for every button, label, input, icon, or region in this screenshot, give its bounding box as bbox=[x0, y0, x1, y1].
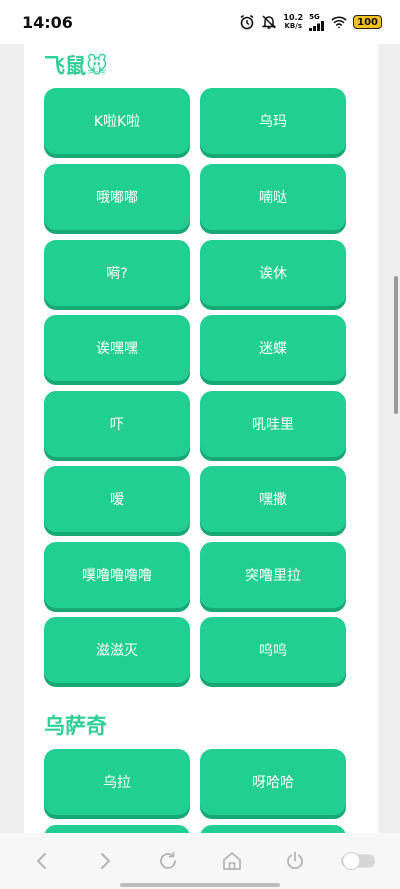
sound-button[interactable]: 突噜里拉 bbox=[200, 542, 346, 608]
home-icon[interactable] bbox=[214, 843, 250, 879]
sound-button[interactable]: 诶休 bbox=[200, 240, 346, 306]
mute-bell-icon bbox=[261, 14, 277, 30]
sound-button[interactable]: 诶嘿嘿 bbox=[44, 315, 190, 381]
section-title-feishu: 飞鼠🐭 bbox=[44, 54, 108, 78]
net-speed: 10.2 KB/s bbox=[283, 13, 304, 31]
sound-button[interactable]: 滋滋灭 bbox=[44, 617, 190, 683]
sound-button[interactable]: 呜呜 bbox=[200, 617, 346, 683]
home-indicator[interactable] bbox=[120, 883, 280, 887]
sound-button[interactable]: 嗬? bbox=[44, 240, 190, 306]
scrollbar[interactable] bbox=[394, 276, 398, 414]
sound-button[interactable]: 噗噜噜噜噜 bbox=[44, 542, 190, 608]
sound-button[interactable]: 迷蝶 bbox=[200, 315, 346, 381]
wifi-icon bbox=[331, 14, 347, 30]
sound-button[interactable]: 喃哒 bbox=[200, 164, 346, 230]
net-speed-value: 10.2 bbox=[283, 13, 304, 22]
sound-button[interactable] bbox=[44, 825, 190, 833]
bottom-nav bbox=[0, 833, 400, 889]
sound-button[interactable]: 乌拉 bbox=[44, 749, 190, 815]
battery-icon: 100 bbox=[353, 15, 382, 29]
section-title-usagi: 乌萨奇 bbox=[44, 714, 107, 738]
refresh-icon[interactable] bbox=[150, 843, 186, 879]
back-icon[interactable] bbox=[24, 843, 60, 879]
status-bar: 14:06 10.2 KB/s 5G 100 bbox=[0, 0, 400, 44]
network-type: 5G bbox=[309, 12, 320, 21]
forward-icon[interactable] bbox=[87, 843, 123, 879]
power-icon[interactable] bbox=[277, 843, 313, 879]
sound-button[interactable]: 哦嘟嘟 bbox=[44, 164, 190, 230]
sound-button[interactable] bbox=[200, 825, 346, 833]
sound-button[interactable]: K啦K啦 bbox=[44, 88, 190, 154]
sound-button[interactable]: 嘿撒 bbox=[200, 466, 346, 532]
content-card: 飞鼠🐭 K啦K啦 乌玛 哦嘟嘟 喃哒 嗬? 诶休 诶嘿嘿 迷蝶 吓 吼哇里 嗳 … bbox=[24, 44, 378, 833]
sound-button[interactable]: 嗳 bbox=[44, 466, 190, 532]
sound-button[interactable]: 吼哇里 bbox=[200, 391, 346, 457]
status-time: 14:06 bbox=[22, 12, 73, 32]
net-speed-unit: KB/s bbox=[284, 22, 302, 30]
alarm-icon bbox=[239, 14, 255, 30]
sound-button[interactable]: 乌玛 bbox=[200, 88, 346, 154]
sound-button[interactable]: 吓 bbox=[44, 391, 190, 457]
sound-button[interactable]: 呀哈哈 bbox=[200, 749, 346, 815]
signal-icon: 5G bbox=[309, 12, 325, 31]
status-icons: 10.2 KB/s 5G 100 bbox=[239, 12, 382, 31]
toggle-icon[interactable] bbox=[340, 843, 376, 879]
battery-level: 100 bbox=[357, 16, 378, 28]
